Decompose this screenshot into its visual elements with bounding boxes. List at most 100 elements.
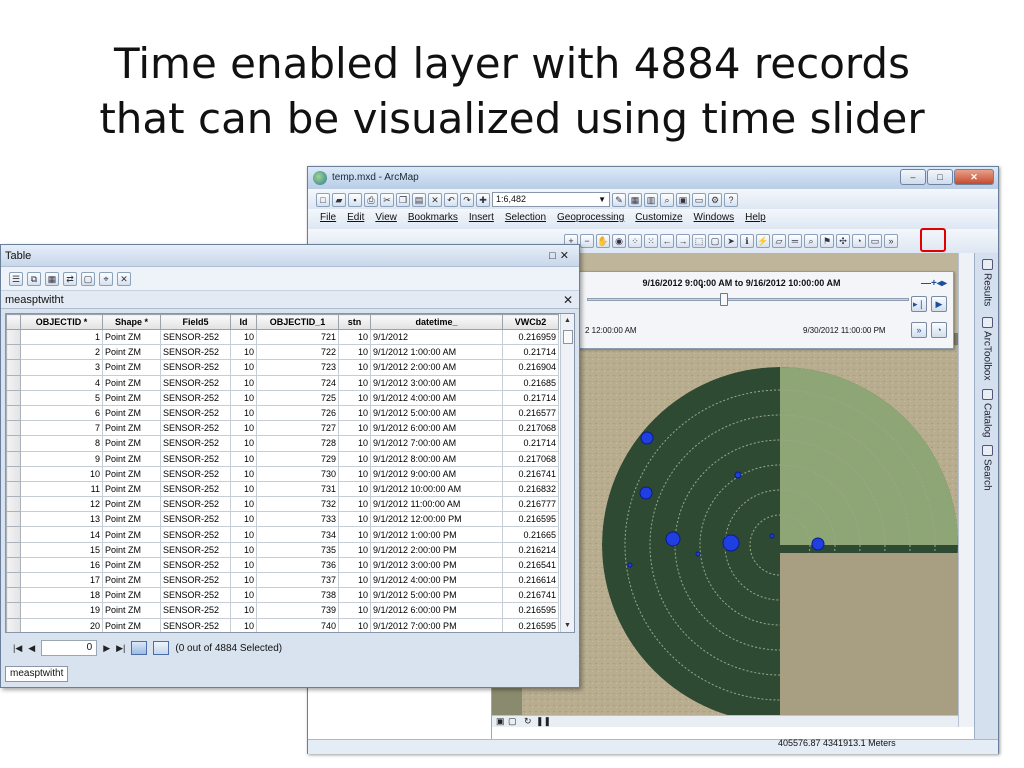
zoom-to-selected-icon[interactable]: ⌖: [99, 271, 113, 286]
table-cell[interactable]: 0.217068: [502, 450, 559, 467]
table-cell[interactable]: 737: [256, 571, 339, 589]
table-row[interactable]: 16 Point ZM SENSOR-252 10 736 10 9/1/2012 3:00…: [6, 556, 559, 574]
table-cell[interactable]: 10: [338, 571, 371, 589]
table-cell[interactable]: Point ZM: [102, 602, 161, 619]
time-slider-icon[interactable]: ◔: [852, 234, 866, 248]
table-cell[interactable]: 10: [338, 480, 371, 498]
table-cell[interactable]: 740: [256, 617, 339, 632]
row-selector[interactable]: [6, 450, 21, 467]
table-cell[interactable]: 5: [20, 389, 103, 406]
table-cell[interactable]: 0.216959: [502, 328, 559, 346]
table-cell[interactable]: 10: [230, 404, 257, 422]
arcmap-titlebar[interactable]: temp.mxd - ArcMap ‒ □ ✕: [308, 167, 998, 189]
table-cell[interactable]: 0.216577: [502, 404, 559, 422]
open-icon[interactable]: ▰: [332, 192, 346, 207]
switch-selection-icon[interactable]: ⇄: [63, 271, 77, 286]
table-cell[interactable]: Point ZM: [102, 465, 161, 482]
table-cell[interactable]: 10: [20, 465, 103, 482]
table-cell[interactable]: SENSOR-252: [160, 374, 231, 391]
table-options-icon[interactable]: ☰: [9, 271, 23, 286]
copy-icon[interactable]: ❐: [396, 192, 410, 207]
table-cell[interactable]: 0.216741: [502, 587, 559, 604]
sensor-point[interactable]: [734, 471, 742, 479]
table-cell[interactable]: 10: [230, 496, 257, 513]
table-cell[interactable]: 19: [20, 602, 103, 619]
table-cell[interactable]: 0.216595: [502, 617, 559, 632]
table-cell[interactable]: 727: [256, 420, 339, 437]
table-cell[interactable]: 3: [20, 359, 103, 376]
table-cell[interactable]: 10: [230, 328, 257, 346]
table-row[interactable]: 3 Point ZM SENSOR-252 10 723 10 9/1/2012 2:00:…: [6, 359, 559, 376]
table-cell[interactable]: 10: [230, 389, 257, 406]
table-cell[interactable]: SENSOR-252: [160, 571, 231, 589]
table-cell[interactable]: 9/1/2012 7:00:00 PM: [370, 617, 503, 632]
menu-selection[interactable]: Selection: [505, 212, 546, 223]
table-row[interactable]: 7 Point ZM SENSOR-252 10 727 10 9/1/2012 6:00:…: [6, 420, 559, 437]
paste-icon[interactable]: ▤: [412, 192, 426, 207]
close-icon[interactable]: ✕: [560, 250, 573, 262]
table-row[interactable]: 10 Point ZM SENSOR-252 10 730 10 9/1/2012 9:00…: [6, 465, 559, 482]
table-cell[interactable]: SENSOR-252: [160, 465, 231, 482]
table-cell[interactable]: 10: [230, 541, 257, 558]
table-cell[interactable]: 0.21685: [502, 374, 559, 391]
table-cell[interactable]: 731: [256, 480, 339, 498]
table-row[interactable]: 19 Point ZM SENSOR-252 10 739 10 9/1/2012 6:00…: [6, 602, 559, 619]
select-elements-icon[interactable]: ➤: [724, 234, 738, 248]
python-icon[interactable]: ▭: [692, 192, 706, 207]
table-cell[interactable]: 722: [256, 344, 339, 361]
table-cell[interactable]: 9/1/2012 12:00:00 PM: [370, 511, 503, 528]
table-cell[interactable]: Point ZM: [102, 359, 161, 376]
table-cell[interactable]: 10: [338, 344, 371, 361]
table-cell[interactable]: Point ZM: [102, 328, 161, 346]
table-cell[interactable]: 9/1/2012 10:00:00 AM: [370, 480, 503, 498]
table-cell[interactable]: 15: [20, 541, 103, 558]
table-cell[interactable]: 734: [256, 526, 339, 543]
menu-insert[interactable]: Insert: [469, 212, 494, 223]
table-cell[interactable]: SENSOR-252: [160, 359, 231, 376]
column-header[interactable]: Field5: [160, 314, 231, 330]
table-row[interactable]: 6 Point ZM SENSOR-252 10 726 10 9/1/2012 5:00:…: [6, 404, 559, 422]
table-cell[interactable]: SENSOR-252: [160, 526, 231, 543]
table-cell[interactable]: 10: [230, 420, 257, 437]
editor-icon[interactable]: ✎: [612, 192, 626, 207]
table-cell[interactable]: 0.21714: [502, 344, 559, 361]
clear-selection-icon[interactable]: ▢: [708, 234, 722, 248]
model-builder-icon[interactable]: ⚙: [708, 192, 722, 207]
table-cell[interactable]: Point ZM: [102, 617, 161, 632]
new-icon[interactable]: □: [316, 192, 330, 207]
table-cell[interactable]: Point ZM: [102, 541, 161, 558]
undo-icon[interactable]: ↶: [444, 192, 458, 207]
scroll-down-icon[interactable]: ▼: [564, 622, 571, 629]
row-selector[interactable]: [6, 496, 21, 513]
delete-selected-icon[interactable]: ✕: [117, 271, 131, 286]
table-row[interactable]: 14 Point ZM SENSOR-252 10 734 10 9/1/2012 1:00…: [6, 526, 559, 543]
table-cell[interactable]: 10: [338, 404, 371, 422]
select-features-icon[interactable]: ⬚: [692, 234, 706, 248]
table-cell[interactable]: 9/1/2012 4:00:00 PM: [370, 571, 503, 589]
current-record-field[interactable]: 0: [41, 640, 98, 656]
column-header[interactable]: OBJECTID_1: [256, 314, 339, 330]
table-cell[interactable]: Point ZM: [102, 389, 161, 406]
table-cell[interactable]: 9/1/2012 4:00:00 AM: [370, 389, 503, 406]
table-cell[interactable]: 10: [230, 617, 257, 632]
table-cell[interactable]: SENSOR-252: [160, 496, 231, 513]
table-cell[interactable]: 0.217068: [502, 420, 559, 437]
table-cell[interactable]: 1: [20, 328, 103, 346]
related-tables-icon[interactable]: ⧉: [27, 271, 41, 286]
previous-time-button[interactable]: ▸❘: [911, 296, 927, 312]
row-selector[interactable]: [6, 511, 21, 528]
table-cell[interactable]: 10: [230, 359, 257, 376]
table-cell[interactable]: 9/1/2012 11:00:00 AM: [370, 496, 503, 513]
table-bottom-tab[interactable]: measptwitht: [5, 666, 69, 682]
row-selector[interactable]: [6, 541, 21, 558]
row-selector[interactable]: [6, 480, 21, 498]
sensor-point[interactable]: [722, 534, 740, 552]
table-cell[interactable]: 10: [338, 465, 371, 482]
menu-bookmarks[interactable]: Bookmarks: [408, 212, 458, 223]
table-cell[interactable]: 10: [230, 465, 257, 482]
table-row[interactable]: 1 Point ZM SENSOR-252 10 721 10 9/1/2012 0.2169…: [6, 328, 559, 346]
table-cell[interactable]: 9/1/2012 6:00:00 AM: [370, 420, 503, 437]
table-cell[interactable]: 10: [230, 480, 257, 498]
table-cell[interactable]: 0.216595: [502, 511, 559, 528]
table-cell[interactable]: 10: [338, 541, 371, 558]
